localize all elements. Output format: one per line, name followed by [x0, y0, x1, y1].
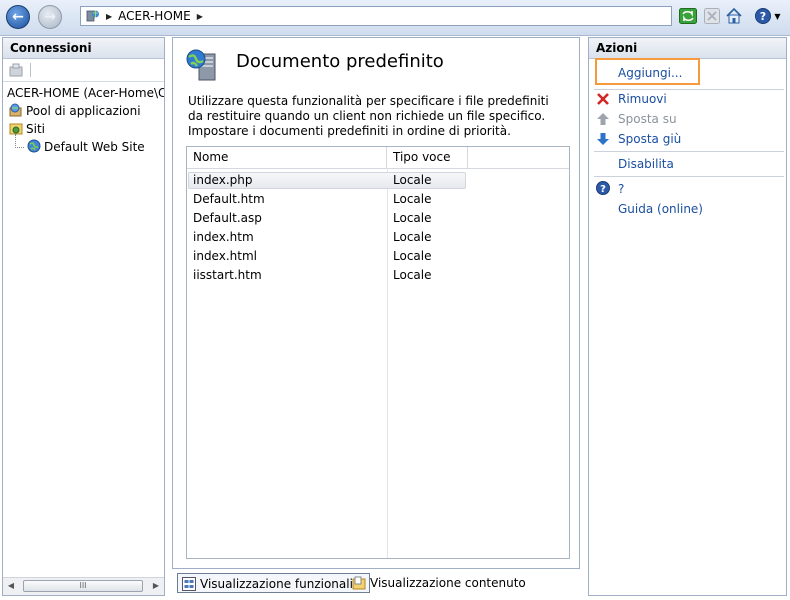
connections-title: Connessioni: [3, 38, 164, 59]
move-up-action-link[interactable]: Sposta su: [618, 112, 677, 126]
arrow-down-icon: [597, 133, 609, 145]
refresh-icon: [679, 8, 697, 24]
cell-name: index.php: [193, 173, 253, 187]
cell-name: Default.asp: [193, 211, 262, 225]
back-button[interactable]: ←: [6, 5, 30, 29]
table-row[interactable]: Default.asp Locale: [188, 209, 568, 228]
column-header-type[interactable]: Tipo voce: [387, 147, 468, 168]
app-pool-icon: [9, 103, 22, 117]
connections-horizontal-scrollbar[interactable]: ◀ III ▶: [3, 577, 164, 595]
cell-type: Locale: [393, 249, 432, 263]
scroll-right-icon[interactable]: ▶: [148, 578, 164, 594]
scroll-thumb[interactable]: III: [23, 580, 143, 592]
cell-type: Locale: [393, 173, 432, 187]
stop-button[interactable]: [702, 7, 722, 25]
tab-label: Visualizzazione funzionalità: [200, 577, 365, 591]
cell-type: Locale: [393, 192, 432, 206]
address-toolbar: ← → ▶ ACER-HOME ▶ ? ▼: [0, 0, 790, 36]
tree-item-label: Default Web Site: [44, 140, 145, 154]
cell-name: index.html: [193, 249, 257, 263]
help-icon: ?: [596, 181, 610, 195]
tab-label: Visualizzazione contenuto: [370, 576, 526, 590]
cell-type: Locale: [393, 211, 432, 225]
breadcrumb-chevron-icon[interactable]: ▶: [197, 12, 203, 21]
cell-name: index.htm: [193, 230, 254, 244]
actions-divider: [594, 176, 784, 177]
features-view-icon: [182, 577, 196, 591]
tab-features-view[interactable]: Visualizzazione funzionalità: [177, 573, 370, 593]
actions-divider: [594, 89, 784, 90]
remove-icon: [597, 93, 609, 105]
table-row-selected[interactable]: index.php Locale: [188, 171, 568, 190]
toolbar-divider: [30, 63, 31, 77]
tree-item-server[interactable]: ACER-HOME (Acer-Home\Ci: [3, 84, 164, 102]
breadcrumb-chevron-icon[interactable]: ▶: [106, 12, 112, 21]
chevron-down-icon: ▼: [774, 11, 781, 21]
tree-item-label: Pool di applicazioni: [26, 104, 141, 118]
server-icon: [86, 10, 99, 22]
add-action-link[interactable]: Aggiungi...: [618, 66, 682, 80]
help-action-link[interactable]: ?: [618, 182, 624, 196]
table-row[interactable]: index.htm Locale: [188, 228, 568, 247]
back-arrow-icon: ←: [12, 9, 24, 25]
globe-icon: [27, 139, 41, 153]
help-icon: ?: [755, 8, 772, 24]
tab-content-view[interactable]: Visualizzazione contenuto: [348, 573, 526, 593]
actions-divider: [594, 151, 784, 152]
scroll-grip: III: [79, 581, 87, 590]
refresh-button[interactable]: [678, 7, 698, 25]
move-down-action-link[interactable]: Sposta giù: [618, 132, 681, 146]
view-switcher: Visualizzazione funzionalità Visualizzaz…: [172, 573, 582, 595]
default-documents-list[interactable]: Nome Tipo voce index.php Locale Default.…: [186, 146, 570, 559]
connections-toolbar: [3, 59, 164, 82]
table-row[interactable]: Default.htm Locale: [188, 190, 568, 209]
feature-description: Utilizzare questa funzionalità per speci…: [188, 94, 549, 138]
forward-arrow-icon: →: [44, 9, 56, 25]
arrow-up-icon: [597, 113, 609, 125]
list-header: Nome Tipo voce: [187, 147, 569, 169]
connections-tree: ACER-HOME (Acer-Home\Ci Pool di applicaz…: [3, 82, 164, 156]
feature-panel: Documento predefinito Utilizzare questa …: [172, 37, 580, 569]
svg-text:?: ?: [600, 184, 606, 195]
cell-name: iisstart.htm: [193, 268, 262, 282]
table-row[interactable]: iisstart.htm Locale: [188, 266, 568, 285]
tree-item-sites[interactable]: Siti: [3, 120, 164, 138]
scroll-left-icon[interactable]: ◀: [3, 578, 19, 594]
tree-item-label: ACER-HOME (Acer-Home\Ci: [7, 86, 164, 100]
connect-icon[interactable]: [9, 63, 23, 77]
content-view-icon: [352, 576, 366, 590]
tree-item-label: Siti: [26, 122, 45, 136]
home-button[interactable]: [724, 7, 744, 25]
cell-type: Locale: [393, 268, 432, 282]
tree-item-default-web-site[interactable]: Default Web Site: [3, 134, 164, 156]
cell-name: Default.htm: [193, 192, 265, 206]
column-header-name[interactable]: Nome: [187, 147, 387, 168]
tree-connector: [15, 134, 24, 148]
page-title: Documento predefinito: [236, 51, 444, 72]
help-menu-button[interactable]: ? ▼: [752, 7, 784, 25]
disable-action-link[interactable]: Disabilita: [618, 157, 674, 171]
sites-folder-icon: [9, 123, 23, 135]
svg-text:?: ?: [760, 10, 766, 23]
forward-button[interactable]: →: [38, 5, 62, 29]
actions-panel: Azioni Aggiungi... Rimuovi Sposta su Spo…: [588, 37, 787, 596]
home-icon: [726, 7, 742, 24]
remove-action-link[interactable]: Rimuovi: [618, 92, 667, 106]
tree-item-app-pools[interactable]: Pool di applicazioni: [3, 102, 164, 120]
address-bar[interactable]: ▶ ACER-HOME ▶: [80, 6, 672, 26]
online-help-action-link[interactable]: Guida (online): [618, 202, 703, 216]
table-row[interactable]: index.html Locale: [188, 247, 568, 266]
default-document-feature-icon: [186, 49, 216, 81]
cell-type: Locale: [393, 230, 432, 244]
actions-title: Azioni: [589, 38, 786, 59]
stop-icon: [704, 8, 720, 24]
connections-panel: Connessioni ACER-HOME (Acer-Home\Ci Pool…: [2, 37, 165, 596]
breadcrumb-item-acer-home[interactable]: ACER-HOME: [118, 9, 191, 23]
